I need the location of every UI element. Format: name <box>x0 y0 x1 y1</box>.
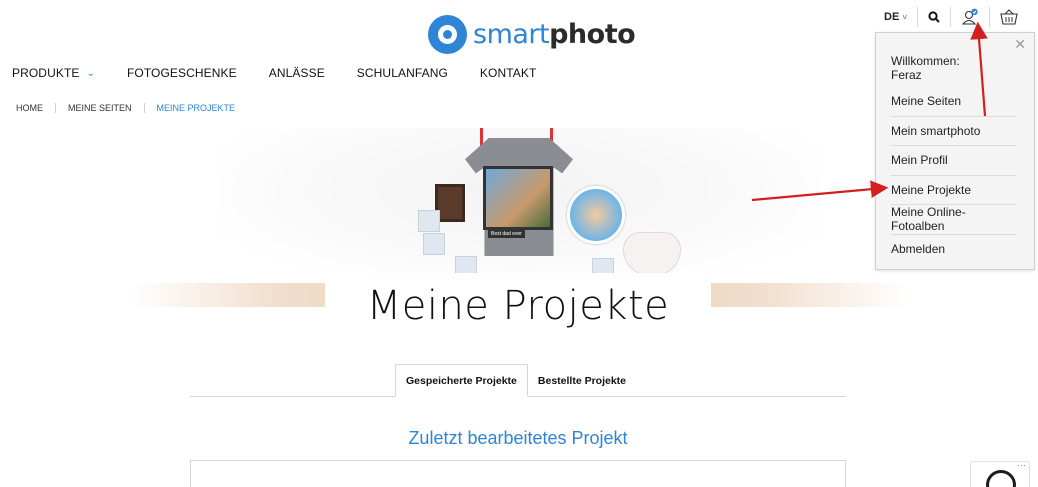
page-title: Meine Projekte <box>366 283 670 329</box>
round-photo-product <box>567 186 625 244</box>
more-icon: ··· <box>1017 460 1026 470</box>
brand-logo[interactable]: smartphoto <box>428 13 636 55</box>
menu-item-meine-online-fotoalben[interactable]: Meine Online-Fotoalben <box>891 204 1016 234</box>
search-button[interactable] <box>917 7 950 27</box>
search-icon <box>928 11 940 23</box>
logo-icon <box>428 14 467 54</box>
welcome-text: Willkommen: Feraz <box>891 54 960 82</box>
main-navigation: PRODUKTE ⌄ FOTOGESCHENKE ANLÄSSE SCHULANF… <box>12 66 568 80</box>
nav-item-kontakt[interactable]: KONTAKT <box>480 66 536 80</box>
breadcrumb-meine-seiten[interactable]: MEINE SEITEN <box>55 103 144 113</box>
menu-item-mein-smartphoto[interactable]: Mein smartphoto <box>891 115 1016 146</box>
menu-item-abmelden[interactable]: Abmelden <box>891 233 1016 264</box>
account-button[interactable] <box>950 7 989 27</box>
cart-button[interactable] <box>989 7 1028 27</box>
user-name: Feraz <box>891 68 922 82</box>
tshirt-print-text: Best dad ever <box>488 230 525 238</box>
language-label: DE <box>884 11 900 23</box>
nav-item-fotogeschenke[interactable]: FOTOGESCHENKE <box>127 66 237 80</box>
section-title: Zuletzt bearbeitetes Projekt <box>408 428 628 448</box>
language-selector[interactable]: DE ˅ <box>874 7 917 27</box>
menu-item-meine-seiten[interactable]: Meine Seiten <box>891 86 1016 116</box>
last-project-panel <box>190 460 846 487</box>
tab-bestellte-projekte[interactable]: Bestellte Projekte <box>528 364 636 397</box>
breadcrumb-home[interactable]: HOME <box>16 103 55 113</box>
trust-seal-icon <box>986 470 1016 487</box>
menu-item-meine-projekte[interactable]: Meine Projekte <box>891 174 1016 205</box>
basket-icon <box>1000 9 1018 25</box>
tshirt-photo <box>483 166 553 230</box>
user-menu-dropdown: ✕ Willkommen: Feraz Meine Seiten Mein sm… <box>875 32 1035 270</box>
welcome-label: Willkommen: <box>891 54 960 68</box>
nav-item-produkte[interactable]: PRODUKTE ⌄ <box>12 66 95 80</box>
nav-item-schulanfang[interactable]: SCHULANFANG <box>357 66 448 80</box>
project-tabs: Gespeicherte Projekte Bestellte Projekte <box>395 364 636 397</box>
clothes-pin <box>480 128 483 146</box>
tab-gespeicherte-projekte[interactable]: Gespeicherte Projekte <box>395 364 528 397</box>
user-menu-list: Meine Seiten Mein smartphoto Mein Profil… <box>891 86 1016 263</box>
photo-cube-product <box>418 210 440 232</box>
breadcrumb-meine-projekte: MEINE PROJEKTE <box>143 103 248 113</box>
close-icon[interactable]: ✕ <box>1014 37 1026 51</box>
logo-wordmark: smartphoto <box>473 18 636 50</box>
breadcrumb: HOME MEINE SEITEN MEINE PROJEKTE <box>16 103 247 113</box>
chevron-down-icon: ⌄ <box>86 67 95 79</box>
user-icon <box>961 8 978 25</box>
chevron-down-icon: ˅ <box>902 12 907 22</box>
nav-item-anlaesse[interactable]: ANLÄSSE <box>269 66 325 80</box>
photo-cube-product <box>423 233 445 255</box>
trusted-shops-badge[interactable]: ··· <box>970 460 1030 487</box>
top-toolbar: DE ˅ <box>874 6 1028 28</box>
menu-item-mein-profil[interactable]: Mein Profil <box>891 145 1016 175</box>
